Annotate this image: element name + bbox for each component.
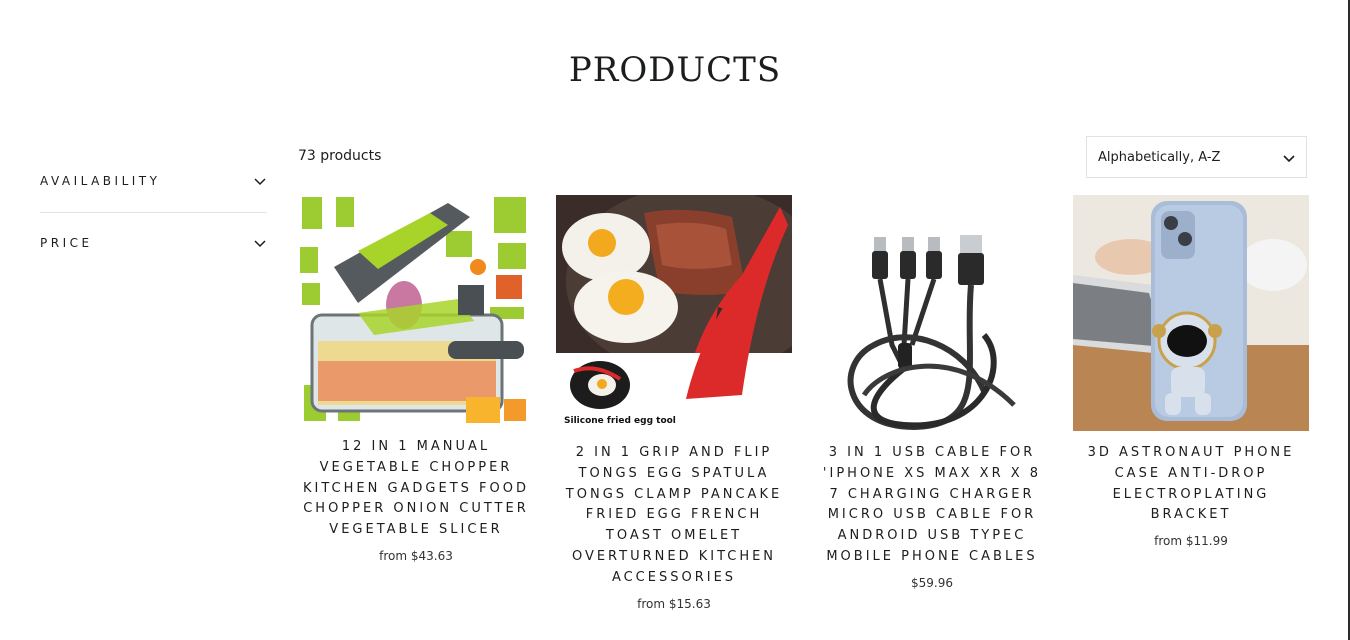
product-image-usb-cable[interactable] bbox=[814, 195, 1050, 431]
filter-availability-label: AVAILABILITY bbox=[40, 174, 161, 188]
filter-price[interactable]: PRICE bbox=[40, 212, 267, 274]
page-title: PRODUCTS bbox=[568, 50, 782, 90]
product-title[interactable]: 2 IN 1 GRIP AND FLIP TONGS EGG SPATULA T… bbox=[556, 443, 792, 589]
product-title[interactable]: 3D ASTRONAUT PHONE CASE ANTI-DROP ELECTR… bbox=[1073, 443, 1309, 526]
product-image-egg-spatula[interactable]: Silicone fried egg tool bbox=[556, 195, 792, 431]
filter-availability[interactable]: AVAILABILITY bbox=[40, 150, 267, 213]
product-price: from $43.63 bbox=[379, 548, 453, 563]
chevron-down-icon bbox=[254, 178, 266, 186]
product-price: $59.96 bbox=[911, 575, 953, 590]
product-price: from $11.99 bbox=[1154, 534, 1228, 549]
image-caption: Silicone fried egg tool bbox=[564, 416, 676, 426]
product-card[interactable]: 3 IN 1 USB CABLE FOR 'IPHONE XS MAX XR X… bbox=[814, 195, 1050, 590]
product-card[interactable]: 12 IN 1 MANUAL VEGETABLE CHOPPER KITCHEN… bbox=[298, 195, 534, 563]
chevron-down-icon bbox=[1283, 155, 1295, 163]
sort-select[interactable]: Alphabetically, A-Z bbox=[1086, 136, 1307, 178]
product-title[interactable]: 3 IN 1 USB CABLE FOR 'IPHONE XS MAX XR X… bbox=[814, 443, 1050, 568]
chevron-down-icon bbox=[254, 240, 266, 248]
sort-selected-value: Alphabetically, A-Z bbox=[1098, 150, 1221, 165]
product-image-astronaut-phone-case[interactable] bbox=[1073, 195, 1309, 431]
product-image-vegetable-chopper[interactable] bbox=[298, 195, 534, 431]
product-count: 73 products bbox=[298, 148, 382, 164]
product-title[interactable]: 12 IN 1 MANUAL VEGETABLE CHOPPER KITCHEN… bbox=[298, 437, 534, 541]
product-price: from $15.63 bbox=[637, 596, 711, 611]
product-card[interactable]: 3D ASTRONAUT PHONE CASE ANTI-DROP ELECTR… bbox=[1073, 195, 1309, 548]
filter-price-label: PRICE bbox=[40, 236, 93, 250]
product-card[interactable]: Silicone fried egg tool 2 IN 1 GRIP AND … bbox=[556, 195, 792, 611]
